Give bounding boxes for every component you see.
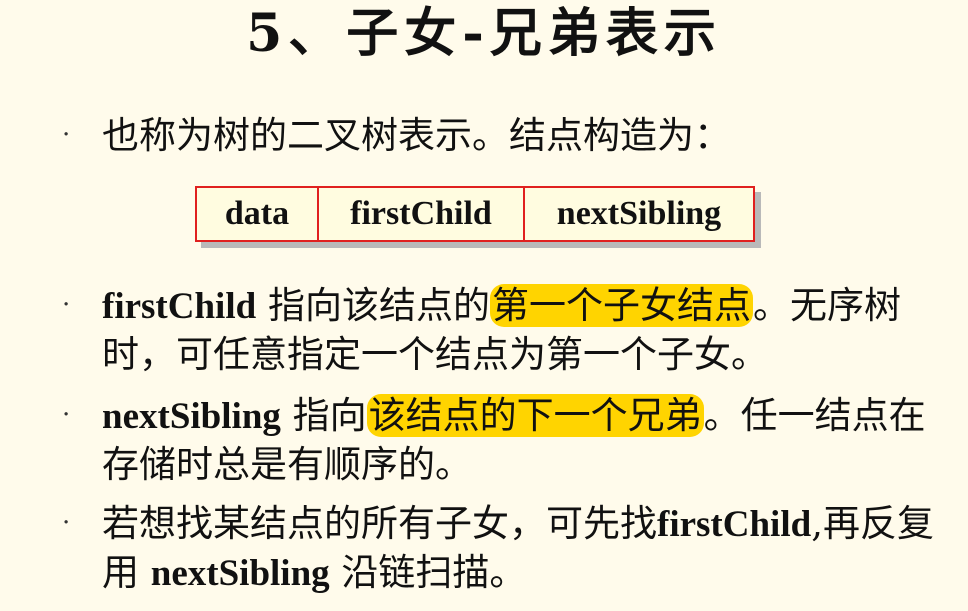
bullet-traversal: · 若想找某结点的所有子女，可先找firstChild,再反复用 nextSib… — [54, 500, 934, 598]
node-field-data: data — [195, 186, 319, 242]
highlight-first-child-node: 第一个子女结点 — [489, 284, 753, 327]
slide-title: 5、子女-兄弟表示 — [246, 3, 722, 64]
term-firstchild: firstChild — [657, 504, 812, 545]
text-segment: 沿链扫描。 — [329, 551, 527, 594]
bullet-marker: · — [62, 290, 71, 320]
text-segment: 指向该结点的 — [256, 284, 490, 327]
bullet-firstchild-text: firstChild 指向该结点的第一个子女结点。无序树时，可任意指定一个结点为… — [102, 282, 934, 379]
bullet-intro: · 也称为树的二叉树表示。结点构造为： — [54, 112, 934, 160]
bullet-traversal-text: 若想找某结点的所有子女，可先找firstChild,再反复用 nextSibli… — [102, 500, 934, 598]
bullet-marker: · — [62, 508, 71, 538]
bullet-intro-text: 也称为树的二叉树表示。结点构造为： — [102, 114, 731, 157]
term-firstchild: firstChild — [102, 286, 257, 327]
text-segment: 指向 — [280, 394, 367, 437]
bullet-firstchild: · firstChild 指向该结点的第一个子女结点。无序树时，可任意指定一个结… — [54, 282, 934, 379]
bullet-marker: · — [62, 120, 71, 150]
bullet-nextsibling-text: nextSibling 指向该结点的下一个兄弟。任一结点在存储时总是有顺序的。 — [102, 392, 934, 489]
bullet-nextsibling: · nextSibling 指向该结点的下一个兄弟。任一结点在存储时总是有顺序的… — [54, 392, 934, 489]
term-nextsibling: nextSibling — [102, 396, 281, 437]
node-field-nextsibling: nextSibling — [525, 186, 755, 242]
term-nextsibling: nextSibling — [150, 553, 330, 594]
highlight-next-sibling: 该结点的下一个兄弟 — [366, 394, 704, 437]
bullet-marker: · — [62, 400, 71, 430]
text-segment: 若想找某结点的所有子女，可先找 — [102, 502, 657, 545]
node-structure-diagram: data firstChild nextSibling — [195, 186, 755, 242]
node-field-firstchild: firstChild — [319, 186, 525, 242]
